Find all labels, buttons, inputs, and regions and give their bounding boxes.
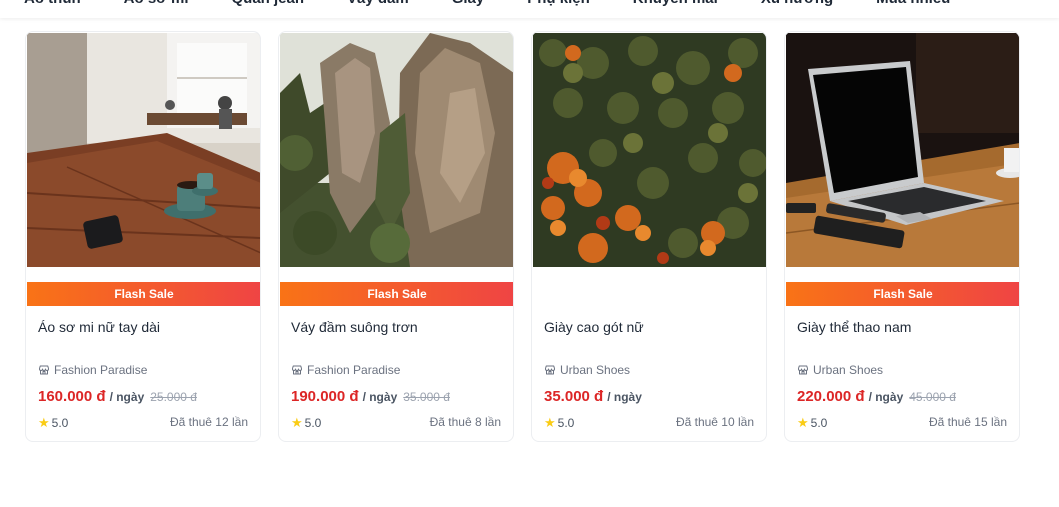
product-title[interactable]: Áo sơ mi nữ tay dài	[38, 319, 160, 335]
rating: ★ 5.0	[544, 415, 574, 431]
rating-value: 5.0	[810, 416, 828, 430]
shop-info[interactable]: Fashion Paradise	[291, 363, 400, 377]
star-icon: ★	[38, 415, 50, 430]
category-list: Áo thun Áo sơ mi Quần jean Váy đầm Giày …	[24, 0, 993, 9]
product-card[interactable]: Flash Sale Giày thể thao nam Urban Shoes…	[784, 31, 1020, 442]
rental-price: 220.000 đ	[797, 388, 865, 405]
product-card[interactable]: Flash Sale Váy đầm suông trơn Fashion Pa…	[278, 31, 514, 442]
shop-name: Urban Shoes	[813, 363, 884, 377]
nav-item-ao-thun[interactable]: Áo thun	[24, 0, 81, 9]
flash-sale-badge: Flash Sale	[786, 282, 1019, 306]
shop-name: Urban Shoes	[560, 363, 631, 377]
rating: ★ 5.0	[291, 415, 321, 431]
price-unit: / ngày	[607, 390, 642, 404]
original-price: 35.000 đ	[403, 390, 450, 404]
rating: ★ 5.0	[797, 415, 827, 431]
laptop-desk-photo	[786, 33, 1019, 267]
nav-item-giay[interactable]: Giày	[452, 0, 485, 9]
product-card[interactable]: Giày cao gót nữ Urban Shoes 35.000 đ / n…	[531, 31, 767, 442]
category-nav: Áo thun Áo sơ mi Quần jean Váy đầm Giày …	[0, 0, 1059, 18]
original-price: 45.000 đ	[909, 390, 956, 404]
rental-count: Đã thuê 10 lần	[675, 415, 754, 429]
rental-price: 190.000 đ	[291, 388, 359, 405]
product-image[interactable]	[786, 33, 1019, 267]
product-card[interactable]: Flash Sale Áo sơ mi nữ tay dài Fashion P…	[25, 31, 261, 442]
price-unit: / ngày	[868, 390, 904, 404]
rental-price: 35.000 đ	[544, 388, 604, 405]
product-image[interactable]	[27, 33, 260, 267]
shop-name: Fashion Paradise	[54, 363, 148, 377]
price-row: 35.000 đ / ngày	[544, 388, 642, 405]
product-title[interactable]: Giày thể thao nam	[797, 319, 911, 335]
store-icon	[545, 365, 555, 375]
nav-item-ao-so-mi[interactable]: Áo sơ mi	[124, 0, 189, 9]
price-unit: / ngày	[109, 390, 145, 404]
product-image[interactable]	[533, 33, 766, 267]
nav-item-vay-dam[interactable]: Váy đầm	[347, 0, 409, 9]
store-icon	[39, 365, 49, 375]
cafe-table-photo	[27, 33, 260, 267]
star-icon: ★	[291, 415, 303, 430]
nav-item-khuyen-mai[interactable]: Khuyến mãi	[633, 0, 718, 9]
star-icon: ★	[544, 415, 556, 430]
shop-info[interactable]: Urban Shoes	[797, 363, 883, 377]
product-image[interactable]	[280, 33, 513, 267]
product-grid: Flash Sale Áo sơ mi nữ tay dài Fashion P…	[25, 31, 1020, 442]
product-title[interactable]: Giày cao gót nữ	[544, 319, 644, 335]
price-row: 220.000 đ / ngày 45.000 đ	[797, 388, 956, 405]
nav-item-quan-jean[interactable]: Quần jean	[232, 0, 305, 9]
original-price: 25.000 đ	[150, 390, 197, 404]
rental-count: Đã thuê 12 lần	[169, 415, 248, 429]
price-unit: / ngày	[362, 390, 398, 404]
rental-count: Đã thuê 15 lần	[928, 415, 1007, 429]
price-row: 160.000 đ / ngày 25.000 đ	[38, 388, 197, 405]
flash-sale-badge: Flash Sale	[280, 282, 513, 306]
rating-value: 5.0	[51, 416, 69, 430]
shop-name: Fashion Paradise	[307, 363, 401, 377]
rating-value: 5.0	[304, 416, 322, 430]
autumn-forest-photo	[533, 33, 766, 267]
rating: ★ 5.0	[38, 415, 68, 431]
store-icon	[292, 365, 302, 375]
star-icon: ★	[797, 415, 809, 430]
shop-info[interactable]: Fashion Paradise	[38, 363, 147, 377]
store-icon	[798, 365, 808, 375]
shop-info[interactable]: Urban Shoes	[544, 363, 630, 377]
nav-item-xu-huong[interactable]: Xu hướng	[761, 0, 833, 9]
rating-value: 5.0	[557, 416, 575, 430]
product-title[interactable]: Váy đầm suông trơn	[291, 319, 418, 335]
nav-item-mua-nhieu[interactable]: Mua nhiều	[876, 0, 950, 9]
price-row: 190.000 đ / ngày 35.000 đ	[291, 388, 450, 405]
rental-price: 160.000 đ	[38, 388, 106, 405]
nav-item-phu-kien[interactable]: Phụ kiện	[527, 0, 590, 9]
rental-count: Đã thuê 8 lần	[429, 415, 501, 429]
rock-formation-photo	[280, 33, 513, 267]
flash-sale-badge: Flash Sale	[27, 282, 260, 306]
